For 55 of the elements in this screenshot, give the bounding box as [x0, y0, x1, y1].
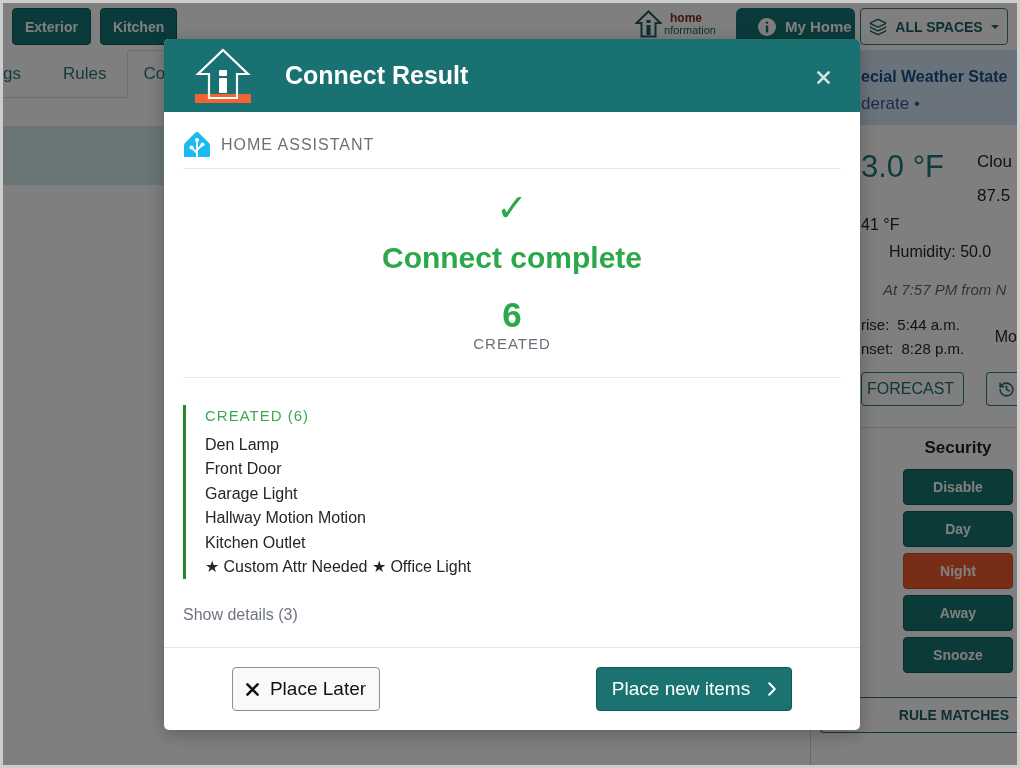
created-item: Hallway Motion Motion [205, 508, 367, 529]
close-button[interactable] [817, 71, 830, 84]
observation-time-text: At 7:57 PM from N [883, 280, 1008, 300]
history-button[interactable] [986, 372, 1017, 406]
clock-icon [998, 380, 1016, 398]
chevron-right-icon [768, 682, 777, 696]
sun-label: rise: [861, 315, 890, 335]
dialog-title: Connect Result [285, 61, 470, 90]
sun-time: 5:44 a.m. [897, 315, 960, 335]
house-logo-icon [635, 10, 662, 38]
created-count: 6 [502, 295, 522, 335]
count-label: CREATED [473, 335, 551, 353]
temperature-text: 3.0 °F [861, 148, 946, 186]
spaces-dropdown[interactable]: ALL SPACES [860, 8, 1008, 45]
info-icon [758, 18, 776, 36]
place-later-button[interactable]: Place Later [232, 667, 380, 711]
security-mode-button[interactable]: Day [903, 511, 1013, 547]
source-label: HOME ASSISTANT [221, 135, 375, 154]
reading-text: 87.5 [977, 185, 1012, 207]
security-mode-button[interactable]: Away [903, 595, 1013, 631]
security-mode-button[interactable]: Snooze [903, 637, 1013, 673]
tab[interactable]: gs [3, 50, 42, 98]
success-checkmark: ✓ [496, 186, 528, 230]
weather-subtitle: derate • [861, 94, 921, 114]
created-item: ★ Custom Attr Needed ★ Office Light [205, 557, 473, 578]
layers-icon [869, 17, 888, 36]
moon-text: Mo [994, 327, 1017, 347]
room-button[interactable]: Kitchen [99, 8, 178, 45]
created-item: Den Lamp [205, 435, 280, 455]
created-item: Front Door [205, 459, 283, 480]
humidity-text: Humidity: 50.0 [889, 242, 993, 262]
logo-text: nformation [664, 24, 716, 36]
room-button[interactable]: Exterior [12, 8, 91, 45]
sun-time: 8:28 p.m. [901, 339, 965, 359]
security-mode-button[interactable]: Disable [903, 469, 1013, 505]
created-item: Garage Light [205, 483, 299, 504]
caret-down-icon [990, 24, 999, 29]
show-details-link[interactable]: Show details (3) [183, 604, 298, 627]
status-title: Connect complete [381, 240, 642, 276]
house-logo-icon [195, 48, 251, 103]
tab[interactable]: Co [127, 50, 167, 98]
section-heading: CREATED (6) [205, 406, 311, 426]
weather-title: ecial Weather State [861, 67, 1009, 87]
house-network-icon [183, 131, 211, 158]
close-icon [817, 71, 830, 84]
logo-text: home [670, 12, 704, 24]
x-icon [245, 682, 259, 696]
condition-text: Clou [977, 151, 1012, 173]
sun-label: nset: [861, 339, 894, 359]
security-mode-button[interactable]: Night [903, 553, 1013, 589]
security-heading: Security [924, 437, 992, 459]
low-temperature-text: 41 °F [861, 215, 901, 235]
place-new-items-button[interactable]: Place new items [596, 667, 792, 711]
forecast-button[interactable]: FORECAST [861, 372, 965, 406]
created-item: Kitchen Outlet [205, 532, 307, 553]
